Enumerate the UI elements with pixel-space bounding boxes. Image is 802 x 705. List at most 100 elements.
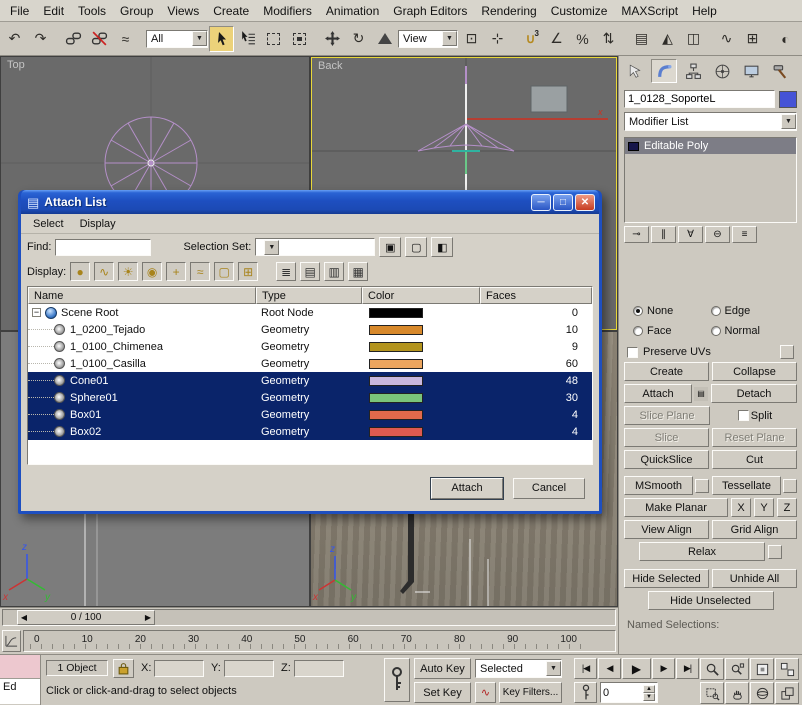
- select-and-scale-button[interactable]: [372, 26, 397, 52]
- set-key-button[interactable]: Set Key: [414, 682, 471, 703]
- previous-frame-button[interactable]: ◀: [598, 658, 621, 679]
- menu-customize[interactable]: Customize: [544, 2, 615, 20]
- go-to-end-button[interactable]: ▶|: [676, 658, 699, 679]
- detail-view-button[interactable]: ▤: [300, 262, 320, 281]
- constraint-normal-radio[interactable]: Normal: [711, 325, 789, 337]
- maximize-button[interactable]: □: [553, 194, 573, 211]
- table-row[interactable]: 1_0100_Chimenea Geometry 9: [28, 338, 592, 355]
- frame-spinner[interactable]: ▲▼: [643, 685, 655, 701]
- z-coordinate-field[interactable]: [294, 660, 344, 677]
- constraint-edge-radio[interactable]: Edge: [711, 305, 789, 317]
- curve-editor-button[interactable]: ∿: [714, 26, 739, 52]
- select-object-button[interactable]: [209, 26, 234, 52]
- table-row-selected[interactable]: Sphere01 Geometry 30: [28, 389, 592, 406]
- relax-settings-button[interactable]: [768, 545, 782, 559]
- zoom-button[interactable]: [700, 658, 724, 680]
- menu-animation[interactable]: Animation: [319, 2, 386, 20]
- x-coordinate-field[interactable]: [154, 660, 204, 677]
- msmooth-button[interactable]: MSmooth: [624, 476, 693, 495]
- maxscript-mini-listener[interactable]: Ed: [0, 655, 41, 705]
- create-button[interactable]: Create: [624, 362, 709, 381]
- collapse-button[interactable]: Collapse: [712, 362, 797, 381]
- view-align-button[interactable]: View Align: [624, 520, 709, 539]
- dialog-menu-display[interactable]: Display: [74, 216, 122, 232]
- tab-display[interactable]: [738, 59, 764, 83]
- redo-button[interactable]: ↷: [28, 26, 53, 52]
- preserve-uvs-checkbox[interactable]: [627, 347, 638, 358]
- select-invert-button[interactable]: ◧: [431, 237, 453, 257]
- minimize-button[interactable]: ─: [531, 194, 551, 211]
- display-geometry-toggle[interactable]: ●: [70, 262, 90, 281]
- attach-list-button[interactable]: ▤: [694, 387, 708, 401]
- track-bar-ruler[interactable]: 0 10 20 30 40 50 60 70 80 90 100: [23, 630, 616, 652]
- y-coordinate-field[interactable]: [224, 660, 274, 677]
- hide-selected-button[interactable]: Hide Selected: [624, 569, 709, 588]
- reset-plane-button[interactable]: Reset Plane: [712, 428, 797, 447]
- display-lights-toggle[interactable]: ☀: [118, 262, 138, 281]
- angle-snap-button[interactable]: ∠: [544, 26, 569, 52]
- find-input[interactable]: [55, 239, 151, 256]
- tab-modify[interactable]: [651, 59, 677, 83]
- close-button[interactable]: ✕: [575, 194, 595, 211]
- auto-key-button[interactable]: Auto Key: [414, 658, 471, 679]
- material-editor-button[interactable]: ◐: [773, 26, 798, 52]
- menu-rendering[interactable]: Rendering: [474, 2, 543, 20]
- tab-motion[interactable]: [709, 59, 735, 83]
- select-none-button[interactable]: ▢: [405, 237, 427, 257]
- slice-plane-button[interactable]: Slice Plane: [624, 406, 710, 425]
- dialog-title-bar[interactable]: ▤ Attach List ─ □ ✕: [21, 190, 599, 214]
- schematic-view-button[interactable]: ⊞: [740, 26, 765, 52]
- menu-tools[interactable]: Tools: [71, 2, 113, 20]
- time-slider-track[interactable]: ◀ 0 / 100 ▶: [2, 609, 616, 626]
- select-and-rotate-button[interactable]: ↻: [346, 26, 371, 52]
- cut-button[interactable]: Cut: [712, 450, 797, 469]
- arc-rotate-button[interactable]: [750, 682, 774, 704]
- viewport-back-label[interactable]: Back: [318, 60, 342, 72]
- list-view-button[interactable]: ≣: [276, 262, 296, 281]
- grid-align-button[interactable]: Grid Align: [712, 520, 797, 539]
- display-spacewarps-toggle[interactable]: ≈: [190, 262, 210, 281]
- spinner-up-icon[interactable]: ▲: [643, 685, 655, 693]
- set-keys-button[interactable]: [384, 658, 410, 702]
- column-header-name[interactable]: Name: [28, 287, 256, 304]
- planar-z-button[interactable]: Z: [777, 498, 797, 517]
- mini-curve-editor-button[interactable]: [2, 630, 21, 652]
- window-crossing-toggle[interactable]: [287, 26, 312, 52]
- make-unique-button[interactable]: ∀: [678, 226, 703, 243]
- display-cameras-toggle[interactable]: ◉: [142, 262, 162, 281]
- menu-maxscript[interactable]: MAXScript: [614, 2, 685, 20]
- spinner-snap-button[interactable]: ⇅: [596, 26, 621, 52]
- display-groups-toggle[interactable]: ▢: [214, 262, 234, 281]
- tree-expander-icon[interactable]: −: [32, 308, 41, 317]
- rectangular-selection-region-button[interactable]: [261, 26, 286, 52]
- configure-modifier-sets-button[interactable]: ≡: [732, 226, 757, 243]
- column-header-faces[interactable]: Faces: [480, 287, 592, 304]
- spinner-down-icon[interactable]: ▼: [643, 693, 655, 701]
- zoom-extents-button[interactable]: [750, 658, 774, 680]
- unhide-all-button[interactable]: Unhide All: [712, 569, 797, 588]
- constraint-face-radio[interactable]: Face: [633, 325, 711, 337]
- select-all-button[interactable]: ▣: [379, 237, 401, 257]
- percent-snap-button[interactable]: %: [570, 26, 595, 52]
- constraint-none-radio[interactable]: None: [633, 305, 711, 317]
- show-end-result-button[interactable]: ∥: [651, 226, 676, 243]
- go-to-start-button[interactable]: |◀: [574, 658, 597, 679]
- sort-view-button[interactable]: ▦: [348, 262, 368, 281]
- menu-views[interactable]: Views: [160, 2, 206, 20]
- pin-stack-button[interactable]: ⊸: [624, 226, 649, 243]
- table-row[interactable]: 1_0100_Casilla Geometry 60: [28, 355, 592, 372]
- snap-toggle-3d-button[interactable]: ∪3: [518, 26, 543, 52]
- key-filters-button[interactable]: Key Filters...: [499, 682, 562, 703]
- planar-y-button[interactable]: Y: [754, 498, 774, 517]
- play-button[interactable]: ▶: [622, 658, 651, 679]
- display-helpers-toggle[interactable]: +: [166, 262, 186, 281]
- tab-create[interactable]: [622, 59, 648, 83]
- selection-lock-toggle[interactable]: [113, 659, 134, 678]
- relax-button[interactable]: Relax: [639, 542, 765, 561]
- menu-file[interactable]: File: [3, 2, 36, 20]
- zoom-extents-all-button[interactable]: [775, 658, 799, 680]
- time-slider-handle[interactable]: ◀ 0 / 100 ▶: [17, 610, 155, 625]
- next-frame-button[interactable]: ▶: [652, 658, 675, 679]
- dialog-menu-select[interactable]: Select: [27, 216, 70, 232]
- zoom-all-button[interactable]: [725, 658, 749, 680]
